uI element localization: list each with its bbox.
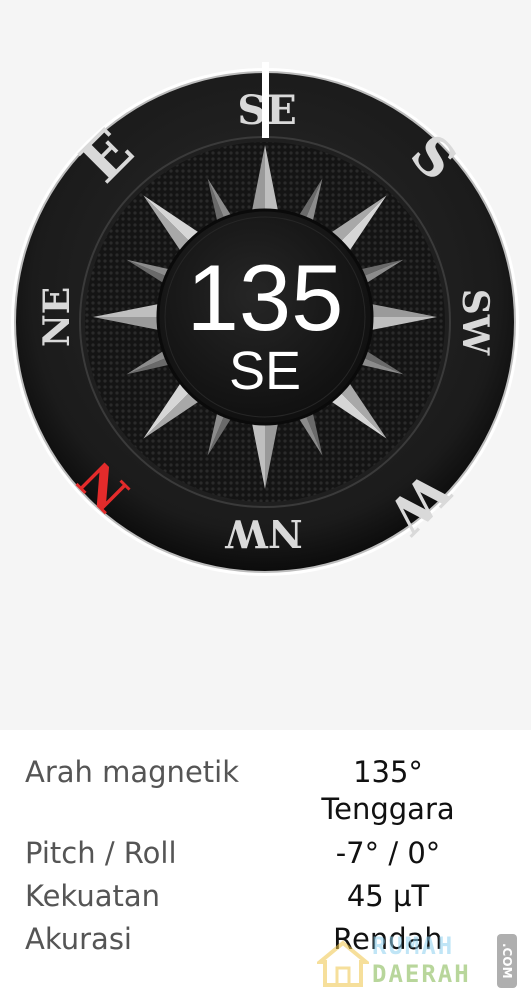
watermark: RUMAH DAERAH .COM [317,932,517,992]
watermark-suffix: .COM [497,934,517,988]
compass-area: 135 SE SE S SW W NW N NE E [0,0,531,730]
ring-label-left: NE [36,287,78,347]
ring-label-right: SW [454,289,496,356]
heading-direction: SE [229,341,301,401]
heading-degrees: 135 [187,245,344,350]
compass-app-screen: 135 SE SE S SW W NW N NE E Arah magnetik… [0,0,531,1000]
sensor-info-panel: Arah magnetik 135° Tenggara Pitch / Roll… [0,730,531,1000]
info-label: Akurasi [25,922,132,956]
ring-label-bottom: NW [224,511,303,556]
info-value: 135° [353,755,423,789]
info-value: -7° / 0° [335,836,441,870]
info-label: Pitch / Roll [25,836,177,870]
house-icon [317,940,369,987]
watermark-line1: RUMAH [372,932,455,960]
info-value: 45 µT [346,879,430,913]
watermark-line2: DAERAH [372,960,471,988]
info-label: Arah magnetik [25,755,240,789]
info-value-direction: Tenggara [321,792,455,826]
heading-indicator [262,62,269,138]
info-label: Kekuatan [25,879,160,913]
compass-dial: 135 SE SE S SW W NW N NE E [11,62,519,576]
